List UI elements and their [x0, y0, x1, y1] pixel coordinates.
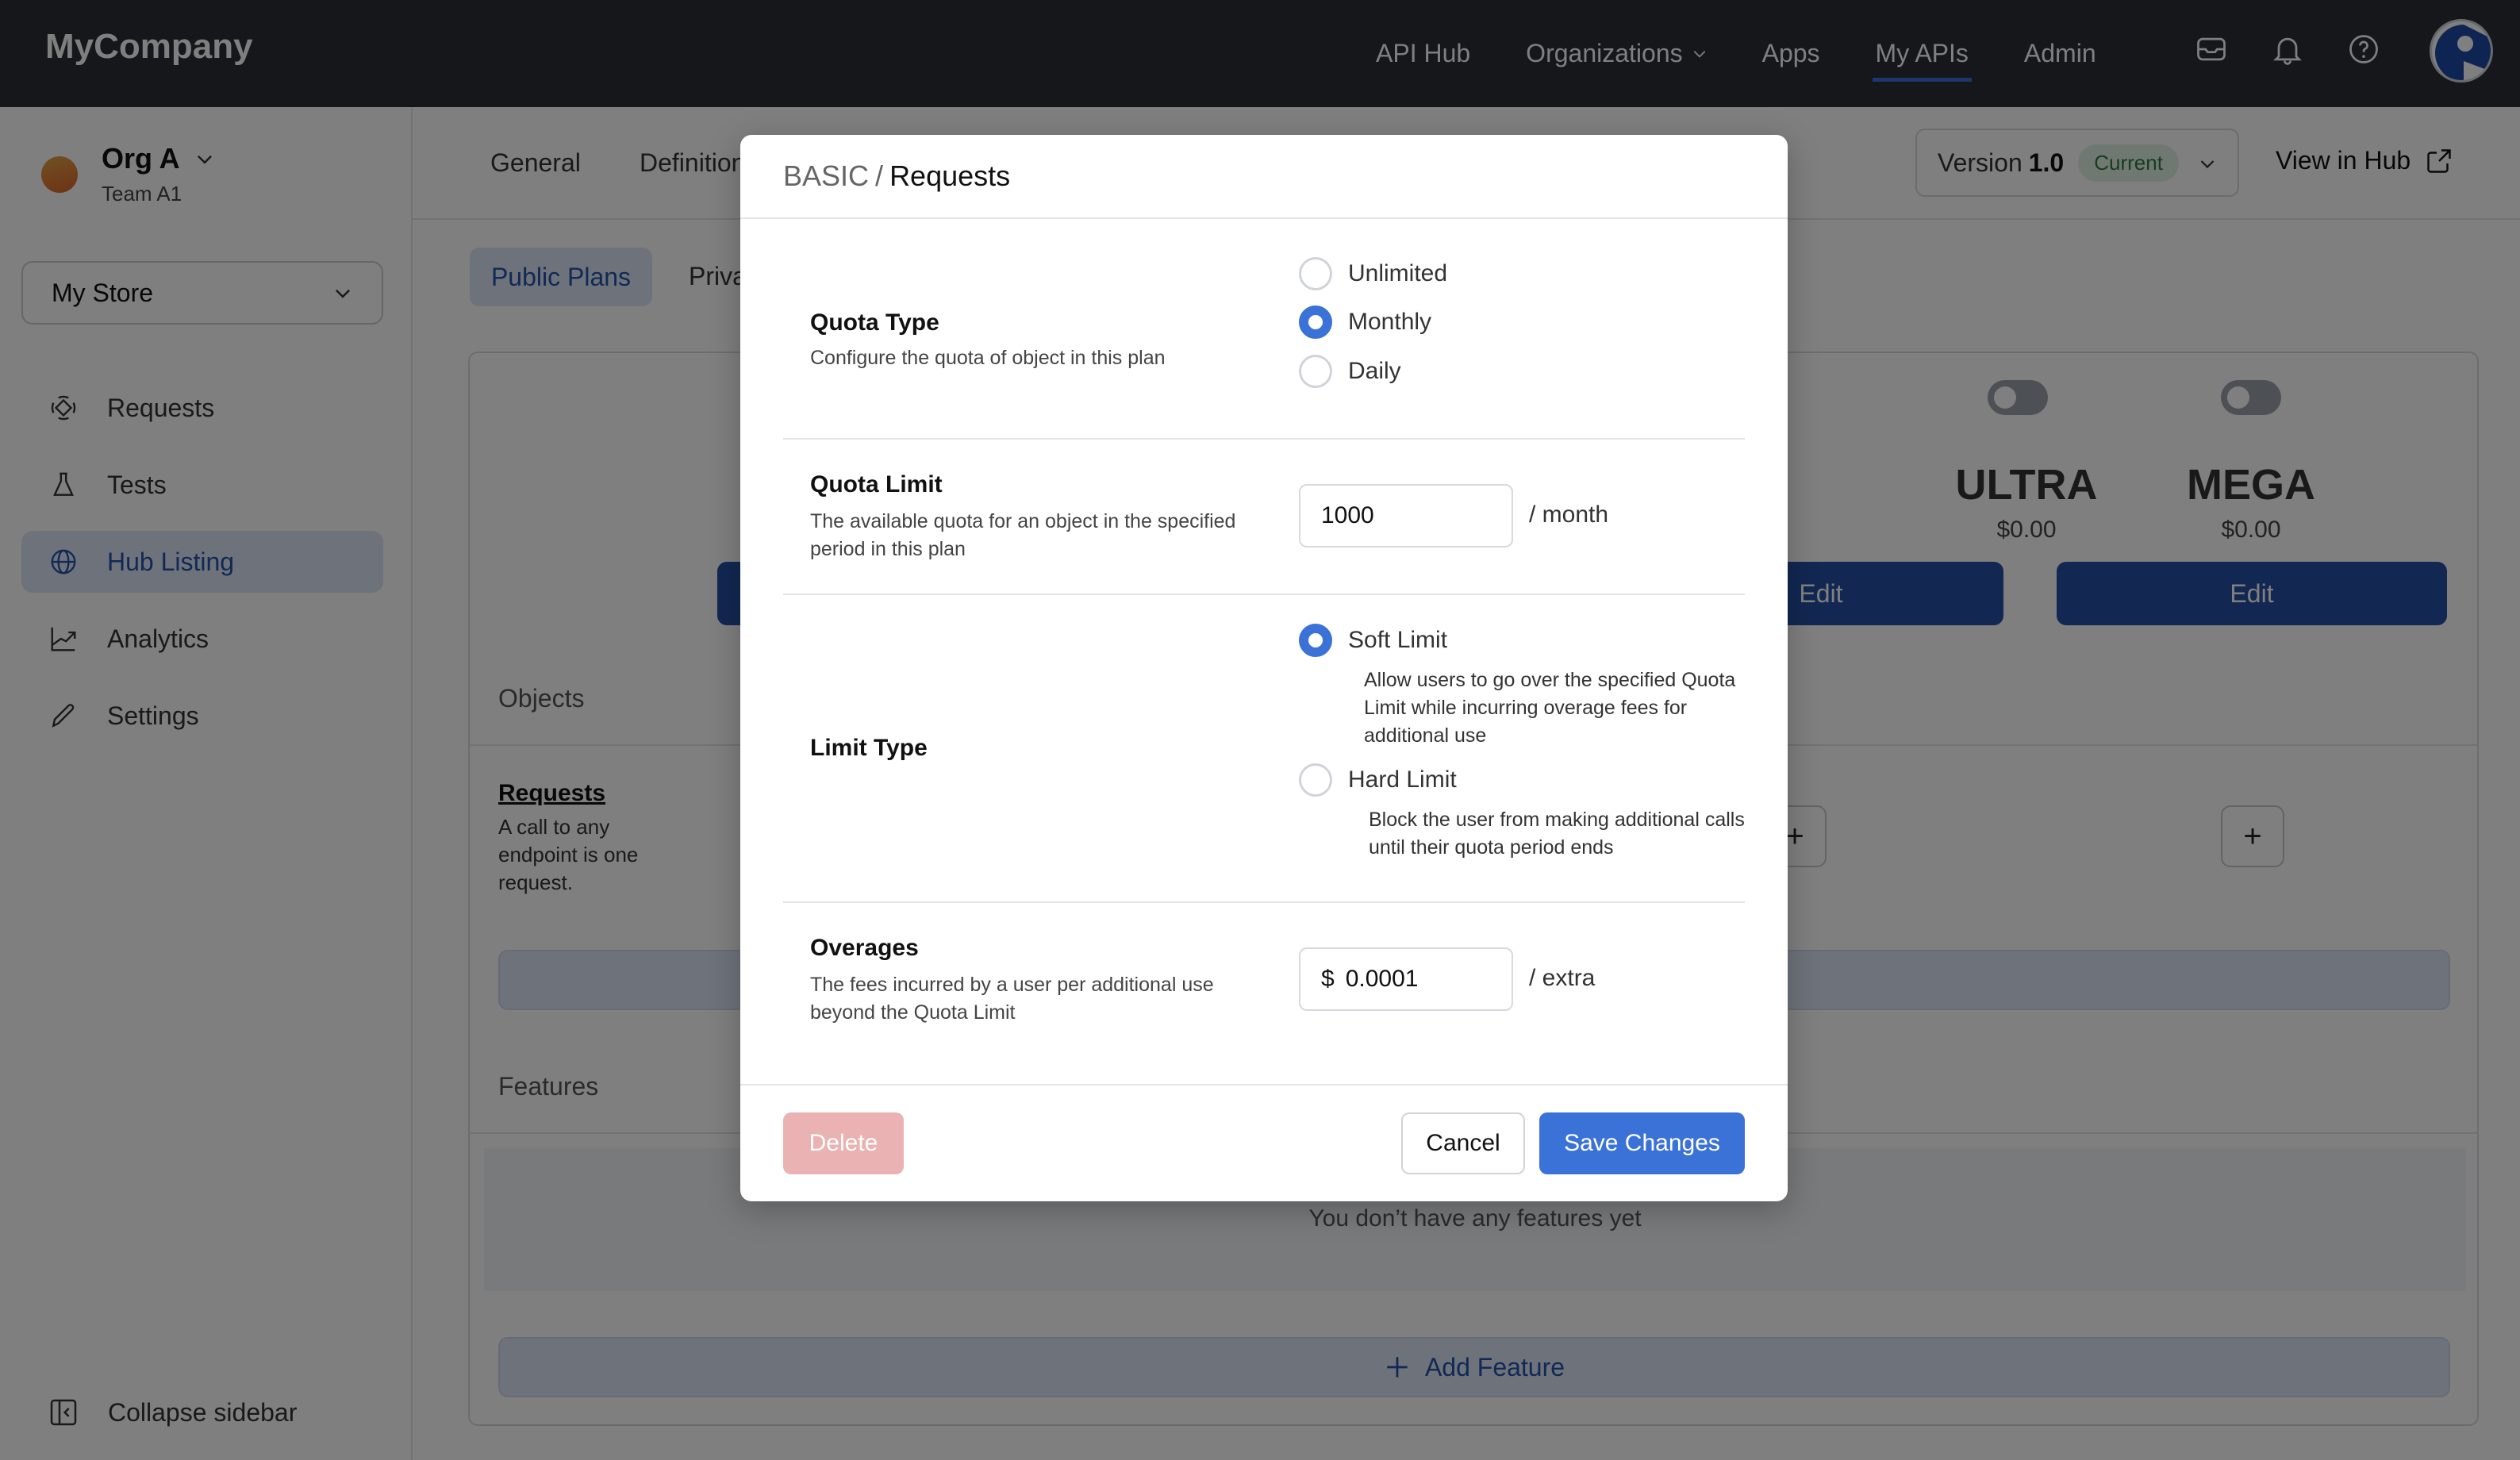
- delete-button[interactable]: Delete: [783, 1112, 904, 1174]
- radio-label: Soft Limit: [1348, 627, 1448, 653]
- radio-label: Hard Limit: [1348, 766, 1457, 793]
- overages-title: Overages: [810, 935, 919, 961]
- overages-description: The fees incurred by a user per addition…: [810, 974, 1214, 1024]
- radio-soft-limit[interactable]: Soft Limit: [1299, 624, 1447, 657]
- quota-type-description: Configure the quota of object in this pl…: [810, 347, 1166, 369]
- radio-daily[interactable]: Daily: [1299, 355, 1401, 388]
- breadcrumb-separator: /: [875, 159, 884, 192]
- radio-unlimited[interactable]: Unlimited: [1299, 257, 1447, 290]
- limit-type-title: Limit Type: [810, 735, 928, 761]
- modal-footer: Delete Cancel Save Changes: [740, 1084, 1788, 1201]
- radio-label: Daily: [1348, 358, 1401, 384]
- edit-object-modal: BASIC / Requests Quota Type Configure th…: [740, 135, 1788, 1201]
- breadcrumb-parent: BASIC: [783, 159, 870, 192]
- overages-row: Overages The fees incurred by a user per…: [783, 903, 1745, 1084]
- overages-input[interactable]: [1345, 966, 1504, 993]
- radio-button[interactable]: [1299, 305, 1332, 339]
- quota-limit-field[interactable]: [1299, 484, 1513, 548]
- radio-button[interactable]: [1299, 257, 1332, 290]
- currency-symbol: $: [1321, 966, 1335, 992]
- save-changes-button[interactable]: Save Changes: [1539, 1112, 1745, 1174]
- cancel-button[interactable]: Cancel: [1401, 1112, 1525, 1174]
- quota-type-row: Quota Type Configure the quota of object…: [783, 221, 1745, 440]
- radio-button[interactable]: [1299, 763, 1332, 797]
- soft-limit-description: Allow users to go over the specified Quo…: [1364, 669, 1736, 747]
- quota-limit-title: Quota Limit: [810, 471, 943, 498]
- hard-limit-description: Block the user from making additional ca…: [1369, 809, 1745, 859]
- quota-limit-row: Quota Limit The available quota for an o…: [783, 440, 1745, 595]
- radio-button[interactable]: [1299, 624, 1332, 657]
- radio-label: Unlimited: [1348, 260, 1448, 286]
- quota-limit-input[interactable]: [1321, 502, 1480, 529]
- overages-field[interactable]: $: [1299, 947, 1513, 1011]
- limit-type-row: Limit Type Soft Limit Allow users to go …: [783, 595, 1745, 903]
- radio-button[interactable]: [1299, 355, 1332, 388]
- radio-monthly[interactable]: Monthly: [1299, 305, 1431, 339]
- radio-hard-limit[interactable]: Hard Limit: [1299, 763, 1457, 797]
- quota-limit-suffix: / month: [1529, 501, 1609, 528]
- radio-label: Monthly: [1348, 309, 1432, 335]
- breadcrumb-current: Requests: [889, 159, 1011, 192]
- quota-type-title: Quota Type: [810, 309, 939, 336]
- quota-limit-description: The available quota for an object in the…: [810, 510, 1236, 560]
- modal-header: BASIC / Requests: [740, 135, 1788, 219]
- overages-suffix: / extra: [1529, 965, 1596, 991]
